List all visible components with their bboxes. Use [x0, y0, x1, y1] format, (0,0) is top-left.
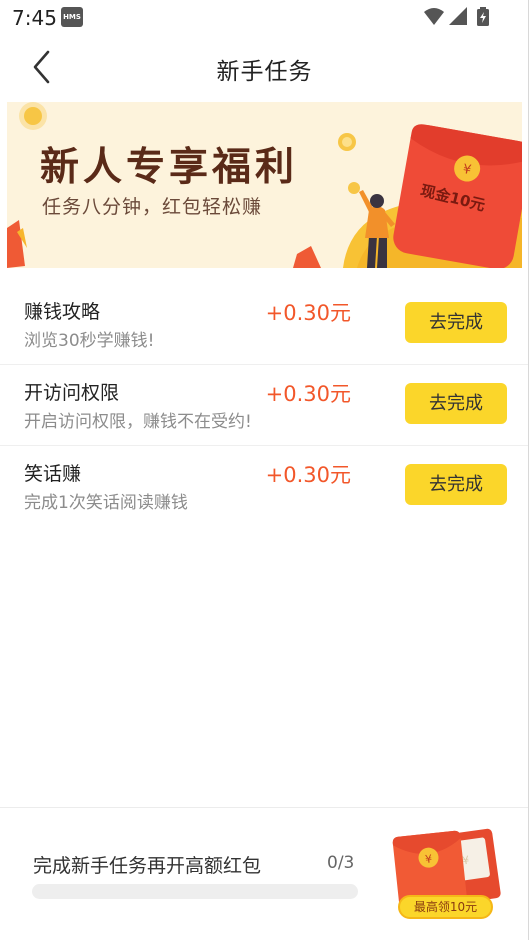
task-row: 赚钱攻略 浏览30秒学赚钱! +0.30元 去完成 [0, 284, 529, 365]
task-title: 赚钱攻略 [24, 301, 101, 323]
status-time: 7:45 [12, 6, 57, 30]
progress-title: 完成新手任务再开高额红包 [33, 855, 262, 877]
progress-bar [32, 884, 358, 899]
banner-headline: 新人专享福利 [40, 145, 299, 190]
svg-text:¥: ¥ [425, 852, 433, 866]
task-reward: +0.30元 [265, 463, 351, 487]
signal-icon [449, 7, 467, 25]
go-complete-button[interactable]: 去完成 [405, 302, 507, 343]
status-icons [424, 7, 489, 26]
max-reward-badge[interactable]: 最高领10元 [398, 895, 493, 919]
divider [0, 807, 529, 808]
header: 新手任务 [0, 34, 529, 102]
task-list: 赚钱攻略 浏览30秒学赚钱! +0.30元 去完成 开访问权限 开启访问权限，赚… [0, 284, 529, 527]
promo-banner[interactable]: ¥ 新人专享福利 任务八分钟，红包轻松赚 现金10元 [7, 102, 522, 268]
progress-count: 0/3 [327, 853, 355, 873]
go-complete-button[interactable]: 去完成 [405, 383, 507, 424]
task-reward: +0.30元 [265, 382, 351, 406]
task-title: 开访问权限 [24, 382, 120, 404]
task-description: 完成1次笑话阅读赚钱 [24, 493, 188, 513]
task-description: 浏览30秒学赚钱! [24, 331, 155, 351]
page-title: 新手任务 [216, 59, 313, 85]
task-description: 开启访问权限，赚钱不在受约! [24, 412, 252, 432]
battery-charging-icon [477, 7, 489, 26]
task-row: 笑话赚 完成1次笑话阅读赚钱 +0.30元 去完成 [0, 446, 529, 527]
banner-subtitle: 任务八分钟，红包轻松赚 [42, 196, 263, 218]
status-bar: 7:45 HMS [0, 0, 529, 34]
hms-icon: HMS [61, 7, 83, 27]
task-row: 开访问权限 开启访问权限，赚钱不在受约! +0.30元 去完成 [0, 365, 529, 446]
task-title: 笑话赚 [24, 463, 82, 485]
wifi-icon [424, 8, 444, 25]
go-complete-button[interactable]: 去完成 [405, 464, 507, 505]
task-reward: +0.30元 [265, 301, 351, 325]
